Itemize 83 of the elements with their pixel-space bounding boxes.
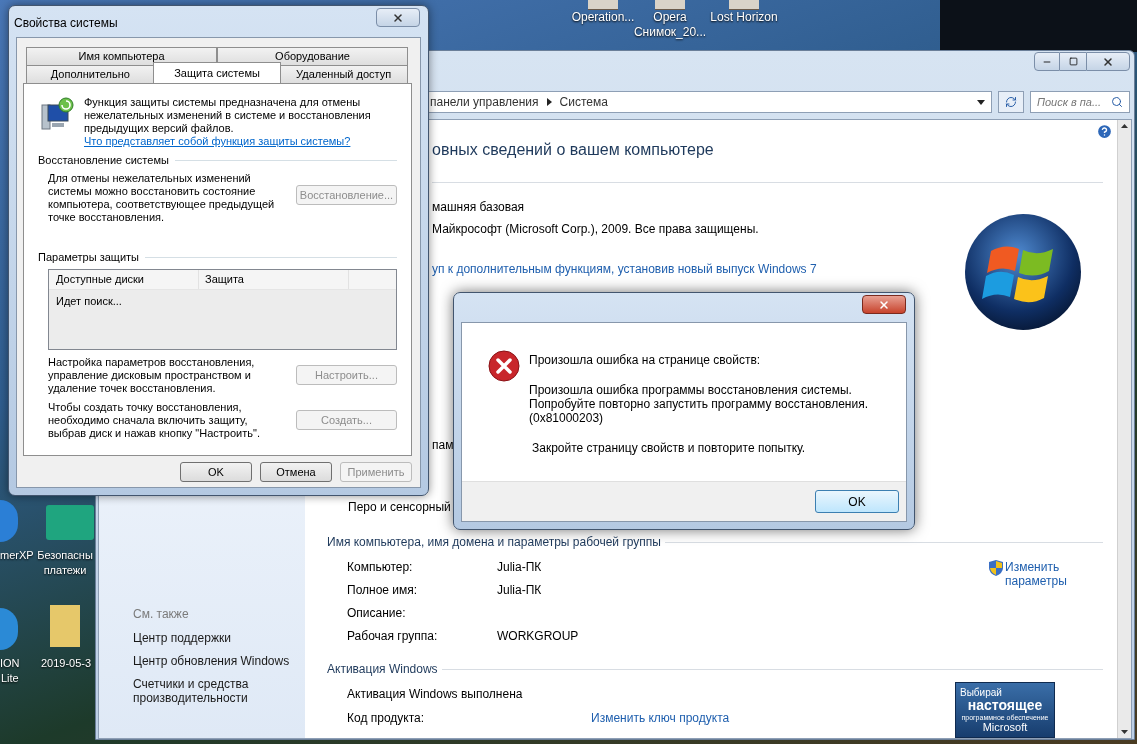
refresh-icon (1005, 96, 1017, 108)
column-header[interactable]: Доступные диски (49, 270, 199, 289)
error-hint: Закройте страницу свойств и повторите попытку. (532, 441, 807, 455)
edition-text: машняя базовая (432, 200, 526, 214)
minimize-button[interactable] (1034, 52, 1060, 71)
error-icon (488, 350, 520, 382)
property-label: Перо и сенсорный (348, 500, 451, 514)
search-field[interactable]: Поиск в па... (1030, 91, 1130, 113)
close-button[interactable] (376, 8, 420, 27)
sidebar-heading: См. также (133, 607, 190, 621)
sidebar-link[interactable]: Центр обновления Windows (133, 654, 298, 668)
maximize-button[interactable] (1060, 52, 1086, 71)
scrollbar[interactable] (1117, 120, 1131, 738)
close-icon (878, 298, 890, 311)
badge-text: Microsoft (982, 722, 1028, 733)
close-icon (392, 11, 404, 24)
change-key-link[interactable]: Изменить ключ продукта (591, 711, 730, 725)
dialog-button[interactable]: OK (180, 462, 252, 482)
desktop-icon-label[interactable]: merXP (0, 548, 34, 563)
dropdown-caret-icon[interactable] (977, 99, 985, 105)
property-value: Julia-ПК (497, 583, 542, 597)
group-title: Параметры защиты (38, 251, 139, 264)
desktop-icon-label[interactable]: Opera (653, 10, 687, 25)
tab[interactable]: Дополнительно (26, 65, 155, 83)
breadcrumb-item[interactable]: панели управления (430, 93, 539, 111)
action-description: Настройка параметров восстановления, управление дисковым пространством и удаление точек восстановления. (48, 356, 256, 395)
tab[interactable]: Имя компьютера (26, 47, 217, 65)
property-label: Рабочая группа: (347, 629, 439, 643)
badge-text: настоящее (967, 698, 1043, 713)
ok-button[interactable]: OK (815, 490, 899, 513)
page-heading: овных сведений о вашем компьютере (432, 140, 715, 160)
property-label: пам (432, 438, 454, 452)
restore-description: Для отмены нежелательных изменений системы можно восстановить состояние компьютера, соответствующее предыдущей точке восстановления. (48, 172, 276, 224)
search-icon (1111, 96, 1123, 108)
scroll-up-icon[interactable] (1121, 124, 1128, 128)
desktop-icon-label[interactable]: Operation... (571, 10, 635, 25)
close-button[interactable] (862, 295, 906, 314)
group-title: Восстановление системы (38, 154, 169, 167)
help-link[interactable]: Что представляет собой функция защиты системы? (84, 135, 351, 147)
change-settings-link[interactable]: Изменить параметры (1005, 560, 1075, 588)
dialog-button[interactable]: Отмена (260, 462, 332, 482)
desktop-icon-label[interactable]: платежи (43, 563, 87, 578)
section-title: Имя компьютера, имя домена и параметры рабочей группы (327, 535, 661, 549)
property-value: WORKGROUP (497, 629, 579, 643)
computer-restore-icon (40, 97, 74, 131)
property-label: Код продукта: (347, 711, 426, 725)
error-heading: Произошла ошибка на странице свойств: (529, 353, 762, 367)
upgrade-link[interactable]: уп к дополнительным функциям, установив новый выпуск Windows 7 (432, 262, 955, 276)
breadcrumb-item[interactable]: Система (559, 93, 608, 111)
drives-list[interactable]: Доступные диски Защита Идет поиск... (48, 269, 397, 350)
maximize-icon (1068, 57, 1078, 66)
tab[interactable]: Удаленный доступ (279, 65, 408, 83)
error-message: Произошла ошибка программы восстановления системы. Попробуйте повторно запустить программу восстановления. (0x81000203) (529, 383, 869, 425)
chevron-icon (546, 98, 552, 106)
activation-status: Активация Windows выполнена (347, 687, 524, 701)
desktop-icon-label[interactable]: ION (0, 656, 20, 671)
scroll-down-icon[interactable] (1121, 730, 1128, 734)
shield-icon (989, 560, 1003, 576)
help-icon[interactable] (1096, 123, 1113, 140)
tab[interactable]: Защита системы (152, 62, 282, 83)
list-status: Идет поиск... (55, 294, 123, 308)
copyright-text: Майкрософт (Microsoft Corp.), 2009. Все права защищены. (432, 222, 760, 236)
close-button[interactable] (1086, 52, 1130, 71)
desktop-icon-label[interactable]: Безопасны (37, 548, 93, 563)
intro-text: Функция защиты системы предназначена для отмены нежелательных изменений в системе и восстановления предыдущих версий файлов. Что представляет собой функция защиты системы? (84, 96, 372, 148)
section-title: Активация Windows (327, 662, 438, 676)
column-header[interactable]: Защита (199, 270, 349, 289)
property-label: Полное имя: (347, 583, 419, 597)
dialog-title: Свойства системы (14, 15, 118, 32)
property-label: Описание: (347, 606, 407, 620)
refresh-button[interactable] (998, 91, 1024, 113)
close-icon (1102, 55, 1114, 68)
property-label: Компьютер: (347, 560, 414, 574)
action-description: Чтобы создать точку восстановления, необходимо сначала включить защиту, выбрав диск и нажав кнопку "Настроить". (48, 401, 261, 440)
desktop-icon-label[interactable]: Lost Horizon (710, 10, 778, 25)
tab[interactable]: Оборудование (217, 47, 408, 65)
desktop-icon-label[interactable]: Lite (0, 671, 19, 686)
sidebar-link[interactable]: Счетчики и средства производительности (133, 677, 298, 705)
sidebar-link[interactable]: Центр поддержки (133, 631, 298, 645)
property-value: Julia-ПК (497, 560, 542, 574)
desktop-icon-label[interactable]: 2019-05-3 (40, 656, 92, 671)
desktop-icon-label[interactable]: Снимок_20... (633, 25, 707, 40)
badge-text: Выбирай (960, 687, 1002, 698)
